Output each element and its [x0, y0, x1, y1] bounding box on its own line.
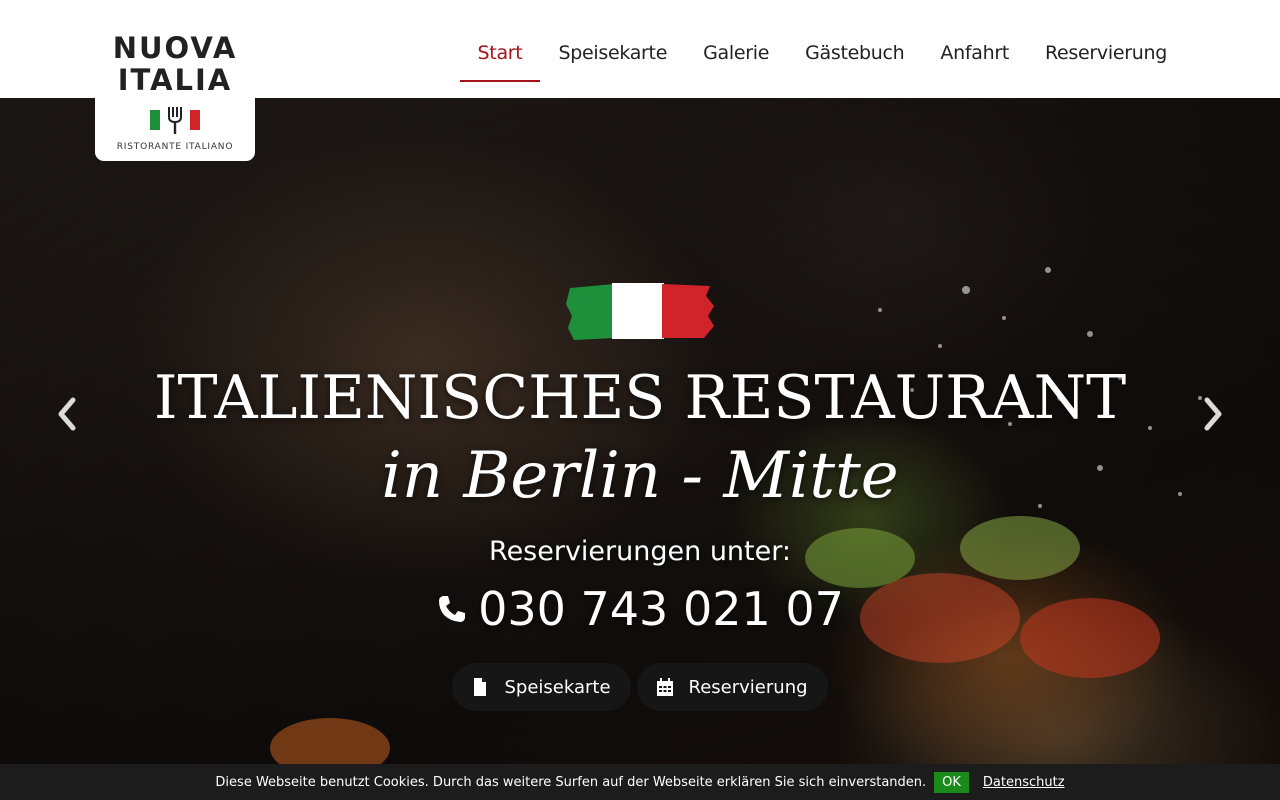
hero-title: ITALIENISCHES RESTAURANT — [153, 363, 1127, 433]
hero-buttons: Speisekarte Reservierung — [0, 663, 1280, 711]
hero-content: ITALIENISCHES RESTAURANT in Berlin - Mit… — [0, 98, 1280, 764]
logo-line-nuova: NUOVA — [112, 31, 238, 65]
nav-item-start[interactable]: Start — [459, 28, 541, 82]
logo-tagline: RISTORANTE ITALIANO — [116, 142, 234, 152]
cookie-text: Diese Webseite benutzt Cookies. Durch da… — [215, 774, 927, 790]
nav-item-anfahrt[interactable]: Anfahrt — [922, 28, 1027, 82]
privacy-link[interactable]: Datenschutz — [983, 775, 1065, 790]
reservierung-button[interactable]: Reservierung — [636, 663, 828, 711]
reservation-label: Reservierungen unter: — [489, 536, 791, 567]
phone-icon — [439, 596, 466, 622]
file-icon — [474, 678, 487, 696]
carousel-next-icon[interactable] — [1199, 396, 1227, 432]
cookie-banner: Diese Webseite benutzt Cookies. Durch da… — [0, 764, 1280, 800]
logo-flag-green — [150, 110, 160, 130]
phone-number[interactable]: 030 743 021 07 — [0, 582, 1280, 636]
reservierung-button-label: Reservierung — [688, 676, 808, 698]
phone-number-text: 030 743 021 07 — [478, 582, 844, 636]
logo-flag-red — [190, 110, 200, 130]
nav-item-speisekarte[interactable]: Speisekarte — [540, 28, 685, 82]
speisekarte-button[interactable]: Speisekarte — [452, 663, 631, 711]
hero-subtitle: in Berlin - Mitte — [381, 439, 899, 513]
logo-flag — [95, 106, 255, 134]
carousel-prev-icon[interactable] — [53, 396, 81, 432]
fork-icon — [168, 107, 182, 134]
speisekarte-button-label: Speisekarte — [504, 676, 611, 698]
main-nav: Start Speisekarte Galerie Gästebuch Anfa… — [459, 28, 1185, 82]
calendar-icon — [656, 678, 673, 696]
nav-item-galerie[interactable]: Galerie — [685, 28, 787, 82]
nav-item-reservierung[interactable]: Reservierung — [1027, 28, 1185, 82]
nav-item-gaestebuch[interactable]: Gästebuch — [787, 28, 922, 82]
logo-line-italia: ITALIA — [117, 63, 233, 97]
italian-flag-icon — [566, 283, 714, 340]
cookie-ok-button[interactable]: OK — [934, 771, 969, 793]
hero-slider: ITALIENISCHES RESTAURANT in Berlin - Mit… — [0, 98, 1280, 764]
site-logo[interactable]: NUOVA ITALIA RISTORANTE ITALIANO — [95, 22, 255, 161]
